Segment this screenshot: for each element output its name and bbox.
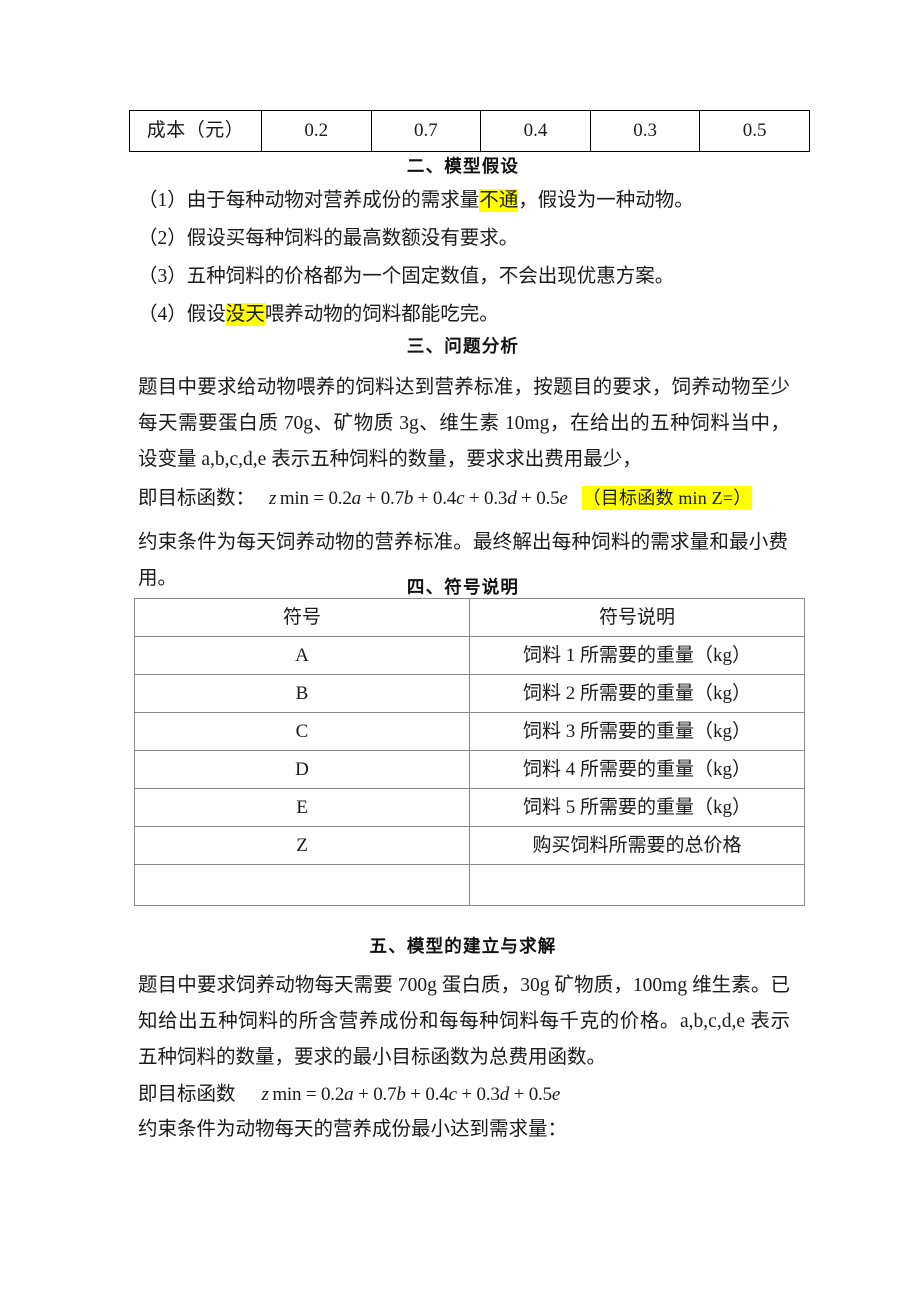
symbol-description-table: 符号 符号说明 A 饲料 1 所需要的重量（kg） B 饲料 2 所需要的重量（…: [134, 598, 805, 906]
assumption-item-4: （4）假设没天喂养动物的饲料都能吃完。: [138, 297, 788, 333]
symbol-cell-empty: [134, 864, 470, 906]
analysis-objective-function-line: 即目标函数： z min = 0.2a + 0.7b + 0.4c + 0.3d …: [138, 481, 818, 516]
heading-problem-analysis: 三、问题分析: [406, 336, 520, 356]
cost-value-cell: 0.7: [370, 110, 482, 152]
table-row: B 饲料 2 所需要的重量（kg）: [134, 674, 805, 713]
model-paragraph-2: 约束条件为动物每天的营养成份最小达到需求量：: [138, 1119, 568, 1140]
symbol-description-cell: 饲料 2 所需要的重量（kg）: [469, 674, 805, 713]
assumption-1-prefix: （1）由于每种动物对营养成份的需求量: [138, 190, 480, 211]
heading-model-assumptions: 二、模型假设: [406, 156, 520, 176]
model-formula-label: 即目标函数: [138, 1084, 236, 1105]
cost-value-cell: 0.3: [589, 110, 701, 152]
assumption-1-highlight: 不通: [479, 189, 519, 212]
symbol-cell: E: [134, 788, 470, 827]
symbol-cell: B: [134, 674, 470, 713]
assumption-2-text: （2）假设买每种饲料的最高数额没有要求。: [138, 228, 519, 249]
table-row: 成本（元） 0.2 0.7 0.4 0.3 0.5: [129, 110, 810, 152]
assumption-4-suffix: 喂养动物的饲料都能吃完。: [264, 304, 499, 325]
symbol-cell: C: [134, 712, 470, 751]
analysis-objective-formula: z min = 0.2a + 0.7b + 0.4c + 0.3d + 0.5e: [269, 488, 568, 509]
assumption-4-highlight: 没天: [225, 303, 265, 326]
analysis-formula-label: 即目标函数：: [138, 488, 256, 509]
table-row: D 饲料 4 所需要的重量（kg）: [134, 750, 805, 789]
symbol-description-cell: 饲料 5 所需要的重量（kg）: [469, 788, 805, 827]
model-objective-function-line: 即目标函数 z min = 0.2a + 0.7b + 0.4c + 0.3d +…: [138, 1078, 818, 1112]
model-objective-formula: z min = 0.2a + 0.7b + 0.4c + 0.3d + 0.5e: [261, 1084, 561, 1105]
cost-table: 成本（元） 0.2 0.7 0.4 0.3 0.5: [129, 110, 810, 152]
symbol-description-cell: 饲料 3 所需要的重量（kg）: [469, 712, 805, 751]
column-header-description: 符号说明: [469, 598, 805, 637]
table-row: E 饲料 5 所需要的重量（kg）: [134, 788, 805, 827]
cost-value-cell: 0.2: [261, 110, 372, 152]
cost-value-cell: 0.4: [480, 110, 591, 152]
analysis-paragraph-1: 题目中要求给动物喂养的饲料达到营养标准，按题目的要求，饲养动物至少每天需要蛋白质…: [138, 377, 790, 470]
assumption-item-3: （3）五种饲料的价格都为一个固定数值，不会出现优惠方案。: [138, 259, 788, 295]
cost-row-label: 成本（元）: [129, 110, 262, 152]
assumption-3-text: （3）五种饲料的价格都为一个固定数值，不会出现优惠方案。: [138, 266, 675, 287]
symbol-cell: A: [134, 636, 470, 675]
analysis-formula-annotation: （目标函数 min Z=）: [581, 486, 753, 510]
heading-model-building: 五、模型的建立与求解: [369, 936, 557, 956]
table-header-row: 符号 符号说明: [134, 598, 805, 637]
symbol-cell: Z: [134, 826, 470, 865]
assumption-4-prefix: （4）假设: [138, 304, 226, 325]
model-paragraph-1: 题目中要求饲养动物每天需要 700g 蛋白质，30g 矿物质，100mg 维生素…: [138, 975, 790, 1068]
table-row-empty: [134, 864, 805, 906]
table-row: A 饲料 1 所需要的重量（kg）: [134, 636, 805, 675]
assumption-1-suffix: ，假设为一种动物。: [518, 190, 694, 211]
assumption-item-2: （2）假设买每种饲料的最高数额没有要求。: [138, 221, 788, 257]
symbol-description-cell: 购买饲料所需要的总价格: [469, 826, 805, 865]
table-row: Z 购买饲料所需要的总价格: [134, 826, 805, 865]
column-header-symbol: 符号: [134, 598, 470, 637]
symbol-description-cell-empty: [469, 864, 805, 906]
assumption-item-1: （1）由于每种动物对营养成份的需求量不通，假设为一种动物。: [138, 183, 788, 219]
cost-value-cell: 0.5: [699, 110, 810, 152]
symbol-description-cell: 饲料 1 所需要的重量（kg）: [469, 636, 805, 675]
table-row: C 饲料 3 所需要的重量（kg）: [134, 712, 805, 751]
symbol-description-cell: 饲料 4 所需要的重量（kg）: [469, 750, 805, 789]
symbol-cell: D: [134, 750, 470, 789]
document-page: 成本（元） 0.2 0.7 0.4 0.3 0.5 二、模型假设 （1）由于每种…: [0, 0, 920, 1302]
heading-symbol-description: 四、符号说明: [406, 577, 520, 597]
